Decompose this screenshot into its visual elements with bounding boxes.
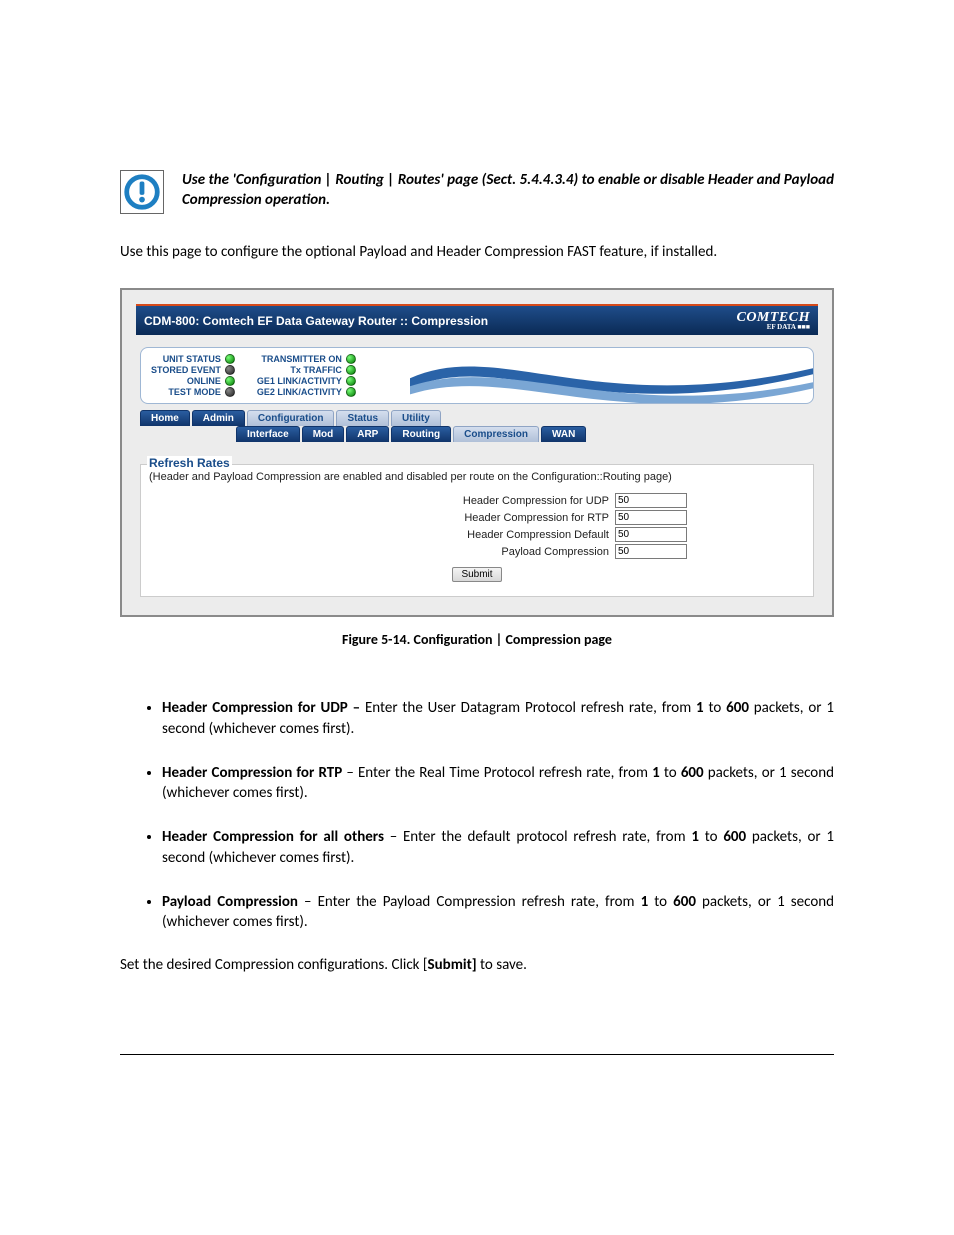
- status-led-icon: [225, 387, 235, 397]
- page-footer-rule: [120, 1054, 834, 1055]
- tab-configuration[interactable]: Configuration: [247, 410, 335, 426]
- closing-paragraph: Set the desired Compression configuratio…: [120, 956, 834, 974]
- status-indicator: GE1 LINK/ACTIVITY: [257, 376, 356, 386]
- subtab-arp[interactable]: ARP: [346, 426, 389, 442]
- figure-caption: Figure 5-14. Configuration | Compression…: [120, 631, 834, 648]
- refresh-rate-input[interactable]: [615, 493, 687, 508]
- panel-hint: (Header and Payload Compression are enab…: [149, 471, 805, 483]
- brand-logo: COMTECH EF DATA ■■■: [736, 310, 810, 331]
- refresh-rate-input[interactable]: [615, 544, 687, 559]
- note-callout: Use the 'Configuration | Routing | Route…: [182, 170, 834, 211]
- status-led-icon: [346, 387, 356, 397]
- status-led-icon: [225, 354, 235, 364]
- status-indicator: Tx TRAFFIC: [257, 365, 356, 375]
- panel-legend: Refresh Rates: [147, 456, 232, 470]
- primary-tabs: HomeAdminConfigurationStatusUtility: [140, 410, 814, 426]
- field-label: Payload Compression: [267, 546, 609, 558]
- subtab-interface[interactable]: Interface: [236, 426, 300, 442]
- tab-admin[interactable]: Admin: [192, 410, 245, 426]
- status-indicator: TEST MODE: [151, 387, 235, 397]
- subtab-compression[interactable]: Compression: [453, 426, 539, 442]
- status-led-icon: [225, 376, 235, 386]
- list-item: Header Compression for RTP – Enter the R…: [162, 763, 834, 804]
- refresh-rate-row: Payload Compression: [267, 544, 687, 559]
- field-label: Header Compression Default: [267, 529, 609, 541]
- list-item: Header Compression for UDP – Enter the U…: [162, 698, 834, 739]
- field-label: Header Compression for RTP: [267, 512, 609, 524]
- embedded-screenshot: CDM-800: Comtech EF Data Gateway Router …: [120, 288, 834, 617]
- status-led-icon: [346, 376, 356, 386]
- refresh-rates-panel: Refresh Rates (Header and Payload Compre…: [140, 464, 814, 597]
- list-item: Payload Compression – Enter the Payload …: [162, 892, 834, 933]
- tab-utility[interactable]: Utility: [391, 410, 441, 426]
- status-led-icon: [225, 365, 235, 375]
- refresh-rate-row: Header Compression for RTP: [267, 510, 687, 525]
- description-list: Header Compression for UDP – Enter the U…: [120, 698, 834, 932]
- status-indicator: UNIT STATUS: [151, 354, 235, 364]
- subtab-routing[interactable]: Routing: [391, 426, 451, 442]
- window-title: CDM-800: Comtech EF Data Gateway Router …: [144, 314, 488, 328]
- status-indicator: STORED EVENT: [151, 365, 235, 375]
- refresh-rate-row: Header Compression for UDP: [267, 493, 687, 508]
- status-led-icon: [346, 365, 356, 375]
- field-label: Header Compression for UDP: [267, 495, 609, 507]
- status-indicator: ONLINE: [151, 376, 235, 386]
- list-item: Header Compression for all others – Ente…: [162, 827, 834, 868]
- decorative-swoosh: [410, 348, 813, 404]
- status-led-icon: [346, 354, 356, 364]
- secondary-tabs: InterfaceModARPRoutingCompressionWAN: [236, 426, 814, 442]
- refresh-rate-input[interactable]: [615, 510, 687, 525]
- subtab-wan[interactable]: WAN: [541, 426, 586, 442]
- intro-paragraph: Use this page to configure the optional …: [120, 242, 834, 262]
- status-indicator: TRANSMITTER ON: [257, 354, 356, 364]
- refresh-rate-input[interactable]: [615, 527, 687, 542]
- window-title-bar: CDM-800: Comtech EF Data Gateway Router …: [136, 304, 818, 335]
- tab-status[interactable]: Status: [336, 410, 389, 426]
- status-indicator: GE2 LINK/ACTIVITY: [257, 387, 356, 397]
- status-banner: UNIT STATUSSTORED EVENTONLINETEST MODE T…: [140, 347, 814, 404]
- submit-button[interactable]: Submit: [452, 567, 501, 582]
- tab-home[interactable]: Home: [140, 410, 190, 426]
- alert-icon: [120, 170, 164, 214]
- refresh-rate-row: Header Compression Default: [267, 527, 687, 542]
- subtab-mod[interactable]: Mod: [302, 426, 345, 442]
